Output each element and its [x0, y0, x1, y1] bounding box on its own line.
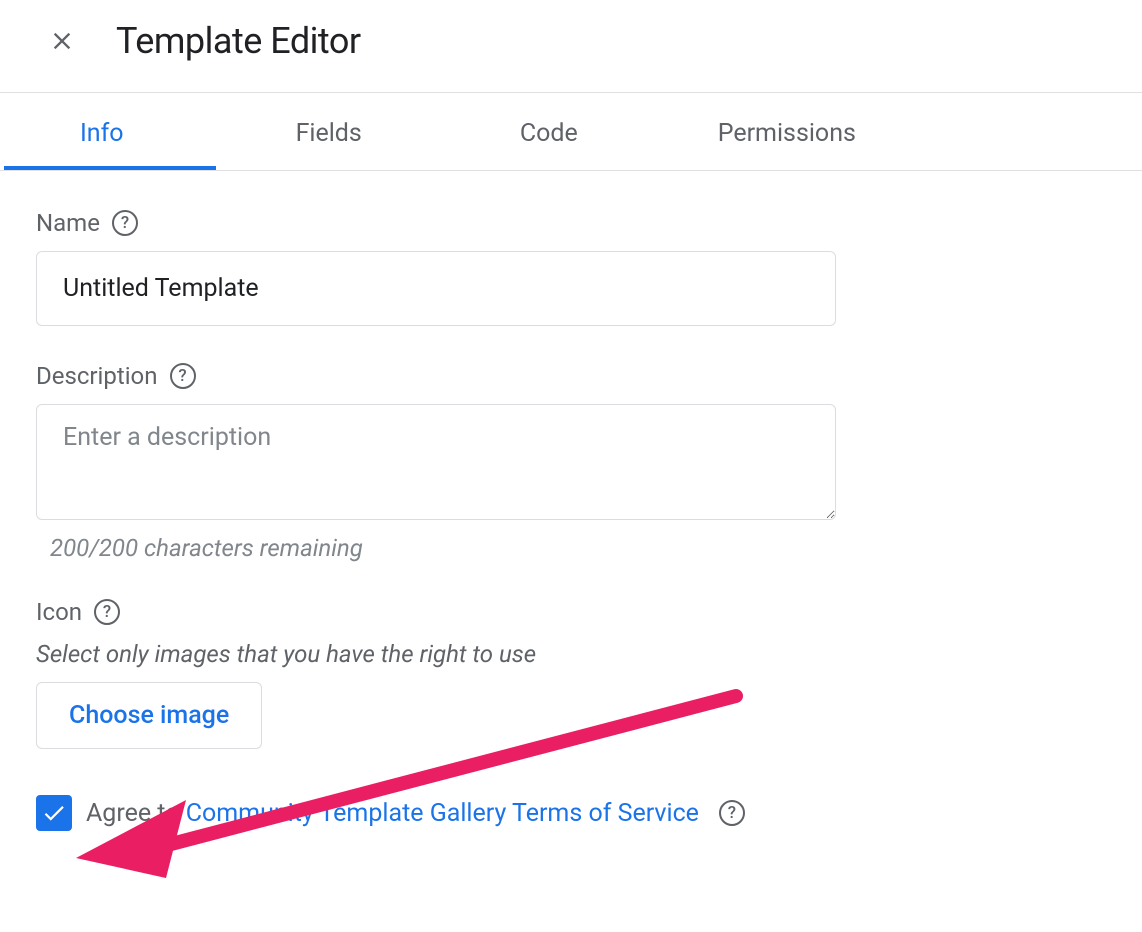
- agree-text-container: Agree to Community Template Gallery Term…: [86, 799, 699, 828]
- page-title: Template Editor: [116, 20, 361, 62]
- agree-row: Agree to Community Template Gallery Term…: [36, 795, 1106, 831]
- tab-permissions[interactable]: Permissions: [608, 97, 886, 170]
- icon-hint: Select only images that you have the rig…: [36, 640, 1106, 668]
- tab-info[interactable]: Info: [0, 97, 154, 170]
- description-field-group: Description ? 200/200 characters remaini…: [36, 362, 1106, 562]
- icon-label: Icon: [36, 598, 82, 626]
- close-icon: [48, 27, 76, 55]
- name-label: Name: [36, 209, 100, 237]
- help-icon[interactable]: ?: [94, 599, 120, 625]
- help-icon[interactable]: ?: [170, 363, 196, 389]
- help-icon[interactable]: ?: [719, 800, 745, 826]
- name-label-row: Name ?: [36, 209, 1106, 237]
- agree-prefix: Agree to: [86, 799, 186, 828]
- info-panel: Name ? Description ? 200/200 characters …: [0, 171, 1142, 869]
- choose-image-button[interactable]: Choose image: [36, 682, 262, 749]
- tabs-bar: Info Fields Code Permissions: [0, 93, 1142, 171]
- check-icon: [41, 800, 67, 826]
- help-icon[interactable]: ?: [112, 210, 138, 236]
- tab-code[interactable]: Code: [392, 97, 608, 170]
- icon-field-group: Icon ? Select only images that you have …: [36, 598, 1106, 749]
- tab-fields[interactable]: Fields: [154, 97, 392, 170]
- description-input[interactable]: [36, 404, 836, 520]
- terms-link[interactable]: Community Template Gallery Terms of Serv…: [186, 799, 699, 828]
- icon-label-row: Icon ?: [36, 598, 1106, 626]
- name-field-group: Name ?: [36, 209, 1106, 326]
- char-counter: 200/200 characters remaining: [50, 534, 1106, 562]
- editor-header: Template Editor: [0, 0, 1142, 93]
- name-input[interactable]: [36, 251, 836, 326]
- description-label: Description: [36, 362, 158, 390]
- close-button[interactable]: [48, 27, 76, 55]
- description-label-row: Description ?: [36, 362, 1106, 390]
- agree-checkbox[interactable]: [36, 795, 72, 831]
